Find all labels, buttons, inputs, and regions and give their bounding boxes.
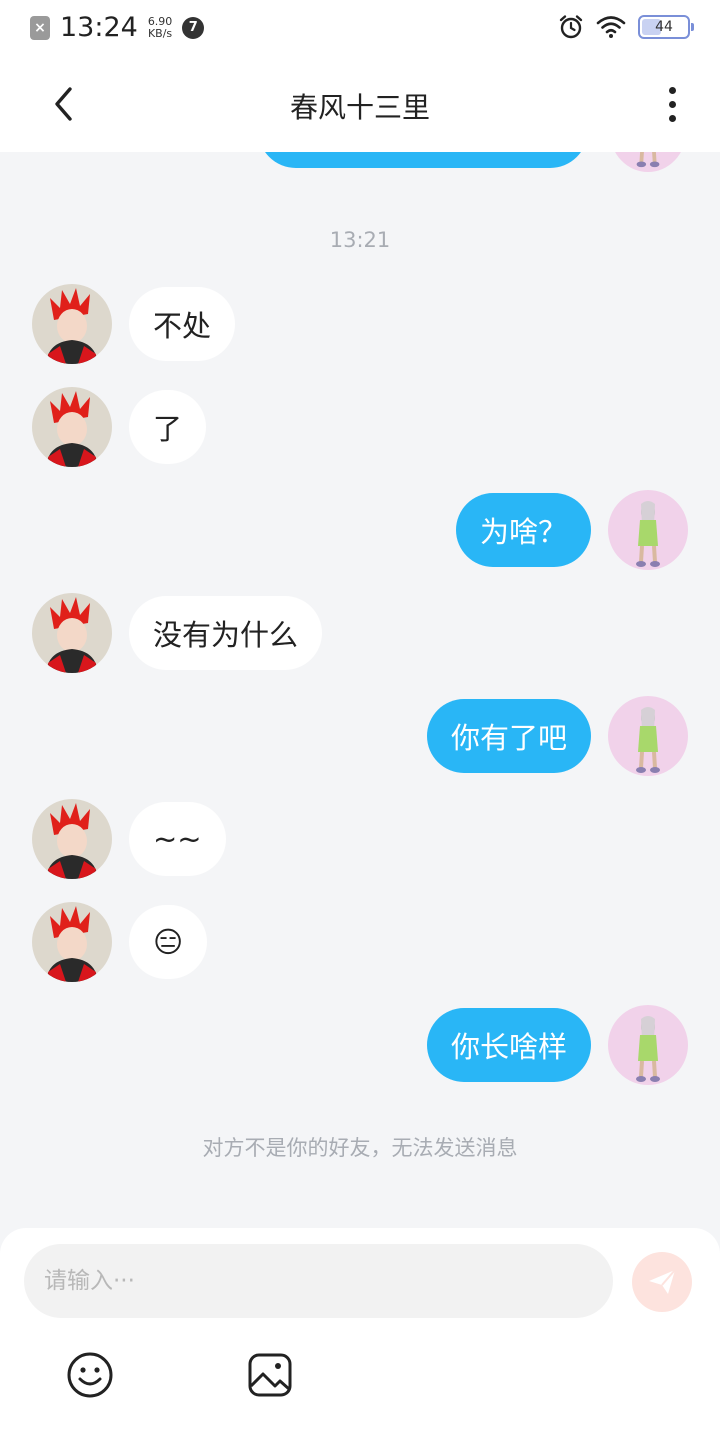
alarm-icon: [559, 15, 583, 39]
message-row: 你有了吧: [0, 696, 720, 776]
network-speed: 6.90 KB/s: [147, 14, 173, 40]
avatar-contact[interactable]: [32, 902, 112, 982]
message-row: 为啥？: [0, 490, 720, 570]
status-bar-right: 44: [558, 14, 694, 40]
message-bubble-incoming[interactable]: 没有为什么: [129, 596, 323, 670]
message-bubble-outgoing-partial[interactable]: [258, 152, 588, 168]
image-icon: [248, 1353, 292, 1397]
avatar-self[interactable]: [608, 696, 688, 776]
system-notice: 对方不是你的好友，无法发送消息: [202, 1136, 518, 1160]
chat-header: 春风十三里: [0, 56, 720, 152]
message-row: 了: [0, 387, 720, 467]
status-bar: × 13:24 6.90 KB/s 7 44: [0, 0, 720, 56]
battery-level: 44: [655, 19, 673, 35]
status-bar-left: × 13:24 6.90 KB/s 7: [30, 12, 205, 43]
avatar-contact[interactable]: [32, 593, 112, 673]
message-row: 😑: [0, 902, 720, 982]
avatar-contact[interactable]: [32, 387, 112, 467]
send-icon: [649, 1269, 676, 1294]
message-timestamp: 13:21: [329, 228, 391, 252]
network-speed-value: 6.90: [147, 14, 173, 28]
network-speed-unit: KB/s: [147, 26, 173, 40]
message-bubble-incoming[interactable]: 不处: [129, 287, 236, 361]
message-row: 没有为什么: [0, 593, 720, 673]
message-bubble-incoming[interactable]: 了: [129, 390, 207, 464]
message-bubble-outgoing[interactable]: 你有了吧: [426, 699, 591, 773]
chat-messages[interactable]: 13:21 不处 了 为啥？ 没有为什么 你有了吧 ~~ 😑 你长啥样 对方不是…: [0, 152, 720, 1228]
avatar-self[interactable]: [608, 1005, 688, 1085]
notification-off-icon: ×: [30, 15, 50, 40]
emoji-icon: [67, 1352, 113, 1398]
message-input[interactable]: [44, 1268, 613, 1294]
wifi-icon: [596, 16, 626, 38]
composer-panel: [0, 1228, 720, 1436]
message-row: 你长啥样: [0, 1005, 720, 1085]
message-bubble-incoming[interactable]: 😑: [129, 905, 208, 979]
more-options-button[interactable]: [652, 80, 692, 128]
avatar-contact[interactable]: [32, 799, 112, 879]
send-button[interactable]: [632, 1252, 692, 1312]
avatar-self[interactable]: [608, 490, 688, 570]
image-button[interactable]: [245, 1350, 295, 1400]
avatar-self[interactable]: [610, 152, 686, 172]
message-input-container[interactable]: [24, 1244, 613, 1318]
notification-count-badge: 7: [182, 16, 205, 39]
message-row: ~~: [0, 799, 720, 879]
avatar-contact[interactable]: [32, 284, 112, 364]
message-bubble-outgoing[interactable]: 你长啥样: [426, 1008, 591, 1082]
message-row: 不处: [0, 284, 720, 364]
message-bubble-incoming[interactable]: ~~: [129, 802, 226, 876]
chat-title: 春风十三里: [289, 91, 430, 124]
message-bubble-outgoing[interactable]: 为啥？: [455, 493, 591, 567]
battery-icon: 44: [638, 15, 694, 39]
status-time: 13:24: [60, 12, 138, 43]
more-vertical-icon: [668, 86, 676, 94]
emoji-button[interactable]: [65, 1350, 115, 1400]
